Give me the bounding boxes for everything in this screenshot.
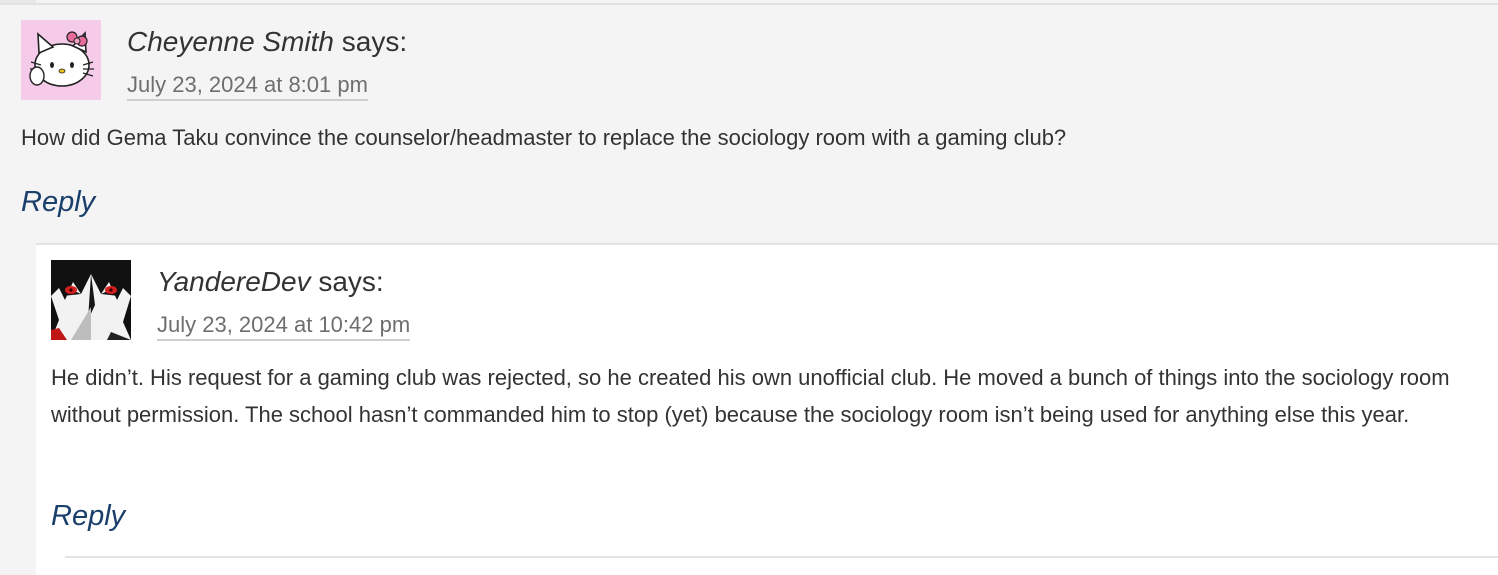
- comment-author-line: Cheyenne Smith says:: [127, 26, 407, 58]
- comment-author-line: YandereDev says:: [157, 266, 384, 298]
- anime-character-icon: [51, 260, 131, 340]
- avatar: [51, 260, 131, 340]
- reply-link[interactable]: Reply: [51, 500, 125, 533]
- comment-author: Cheyenne Smith: [127, 26, 335, 57]
- comment-date-link[interactable]: July 23, 2024 at 8:01 pm: [127, 72, 368, 101]
- comment-body: How did Gema Taku convince the counselor…: [21, 125, 1067, 150]
- comment-body: He didn’t. His request for a gaming club…: [51, 365, 1450, 427]
- reply-link[interactable]: Reply: [21, 186, 95, 219]
- comment-date-link[interactable]: July 23, 2024 at 10:42 pm: [157, 312, 411, 341]
- says-label: says:: [341, 26, 408, 57]
- nested-comment-divider: [65, 556, 1498, 558]
- hello-kitty-icon: [21, 20, 101, 100]
- comment-author: YandereDev: [157, 266, 311, 297]
- says-label: says:: [318, 266, 384, 297]
- avatar: [21, 20, 101, 100]
- thread-divider: [0, 3, 1498, 5]
